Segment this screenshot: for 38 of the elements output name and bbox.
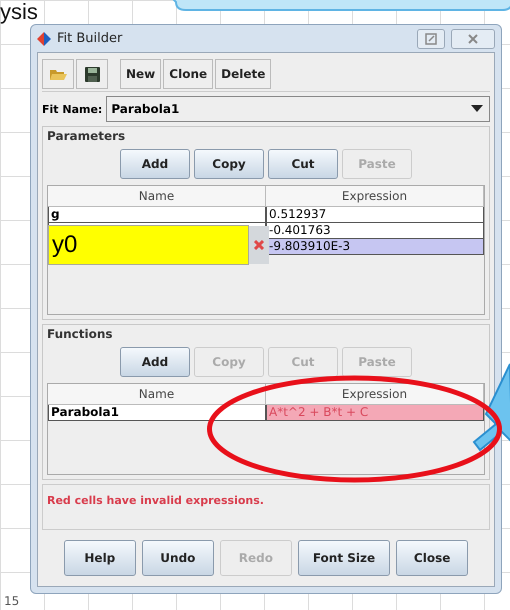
editor-field[interactable]: y0 — [48, 225, 249, 265]
panel-button[interactable]: Cut — [268, 149, 338, 179]
toolbar-button[interactable]: Clone — [163, 59, 214, 89]
fit-name-dropdown[interactable]: Parabola1 — [106, 96, 490, 122]
panel-button[interactable]: Copy — [194, 149, 264, 179]
column-header[interactable]: Expression — [266, 384, 484, 405]
panel-title: Functions — [47, 327, 114, 341]
footer-button[interactable]: Font Size — [298, 540, 390, 576]
footer-button[interactable]: Close — [396, 540, 468, 576]
app-icon — [37, 32, 51, 46]
name-cell[interactable]: Parabola1 — [48, 405, 266, 421]
close-icon — [467, 32, 479, 44]
toolbar-button[interactable]: Delete — [215, 59, 272, 89]
slide-title: ysis — [0, 0, 38, 23]
column-header[interactable]: Name — [48, 384, 266, 405]
save-button[interactable] — [76, 59, 108, 89]
fit-name-label: Fit Name: — [42, 102, 102, 116]
column-header[interactable]: Expression — [266, 186, 484, 207]
footer-button[interactable]: Undo — [142, 540, 214, 576]
expression-cell[interactable]: -9.803910E-3 — [266, 239, 484, 255]
expression-cell[interactable]: 0.512937 — [266, 207, 484, 223]
panel-button[interactable]: Add — [120, 347, 190, 377]
close-button[interactable] — [451, 28, 495, 48]
panel-title: Parameters — [47, 129, 126, 143]
panel-button[interactable]: Add — [120, 149, 190, 179]
error-message: Red cells have invalid expressions. — [47, 494, 264, 507]
restore-button[interactable] — [417, 28, 445, 48]
error-icon — [254, 240, 264, 250]
column-header[interactable]: Name — [48, 186, 266, 207]
window-title: Fit Builder — [57, 31, 122, 46]
footer-button[interactable]: Help — [64, 540, 136, 576]
window-icon — [425, 32, 437, 44]
name-cell[interactable]: g — [48, 207, 266, 223]
toolbar-button[interactable]: New — [120, 59, 162, 89]
expression-cell[interactable]: -0.401763 — [266, 223, 484, 239]
dropdown-arrow-icon — [471, 105, 483, 113]
folder-icon — [49, 67, 67, 81]
axis-label: 15 — [4, 594, 20, 608]
